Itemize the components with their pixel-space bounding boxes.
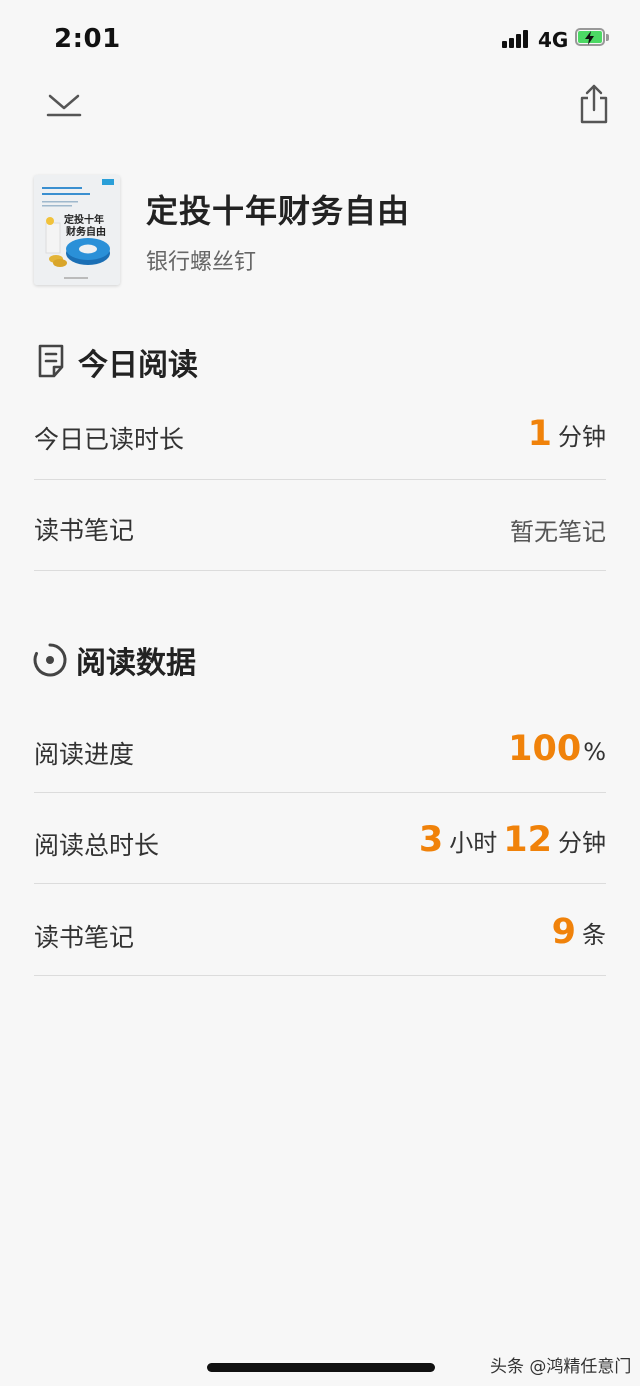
- today-read-time-label: 今日已读时长: [34, 425, 185, 454]
- watermark: 头条 @鸿精任意门: [490, 1357, 632, 1377]
- today-read-time-value: 1 分钟: [527, 414, 606, 454]
- collapse-button[interactable]: [44, 88, 84, 120]
- reading-progress-label: 阅读进度: [34, 740, 135, 769]
- today-notes-label: 读书笔记: [34, 516, 135, 545]
- progress-circle-icon: [31, 641, 69, 683]
- today-notes-value: 暂无笔记: [510, 518, 606, 546]
- home-indicator[interactable]: [207, 1363, 435, 1372]
- status-bar: 2:01 4G: [0, 0, 640, 80]
- book-cover-image[interactable]: 定投十年 财务自由: [34, 175, 120, 285]
- today-notes-row[interactable]: 读书笔记 暂无笔记: [34, 479, 606, 571]
- reading-data-heading: 阅读数据: [76, 646, 196, 681]
- note-icon: [36, 343, 68, 383]
- notes-count-row[interactable]: 读书笔记 9 条: [34, 884, 606, 976]
- book-author[interactable]: 银行螺丝钉: [146, 244, 256, 276]
- today-reading-heading: 今日阅读: [78, 348, 198, 383]
- book-title: 定投十年财务自由: [146, 192, 411, 230]
- status-time: 2:01: [54, 24, 121, 54]
- share-button[interactable]: [574, 82, 614, 126]
- notes-count-value: 9 条: [551, 912, 606, 952]
- today-read-time-row: 今日已读时长 1 分钟: [34, 388, 606, 480]
- notes-count-label: 读书笔记: [34, 923, 135, 952]
- reading-progress-row: 阅读进度 100 %: [34, 701, 606, 793]
- total-time-value: 3 小时 12 分钟: [418, 820, 606, 860]
- chevron-down-icon: [46, 94, 82, 117]
- network-type: 4G: [538, 28, 569, 52]
- total-time-label: 阅读总时长: [34, 831, 160, 860]
- cover-title-bottom: 财务自由: [65, 225, 106, 238]
- total-time-row: 阅读总时长 3 小时 12 分钟: [34, 792, 606, 884]
- signal-icon: [502, 30, 532, 48]
- share-icon: [580, 84, 608, 124]
- cover-title-top: 定投十年: [64, 213, 104, 226]
- reading-progress-value: 100 %: [508, 729, 606, 769]
- battery-icon: [575, 28, 609, 48]
